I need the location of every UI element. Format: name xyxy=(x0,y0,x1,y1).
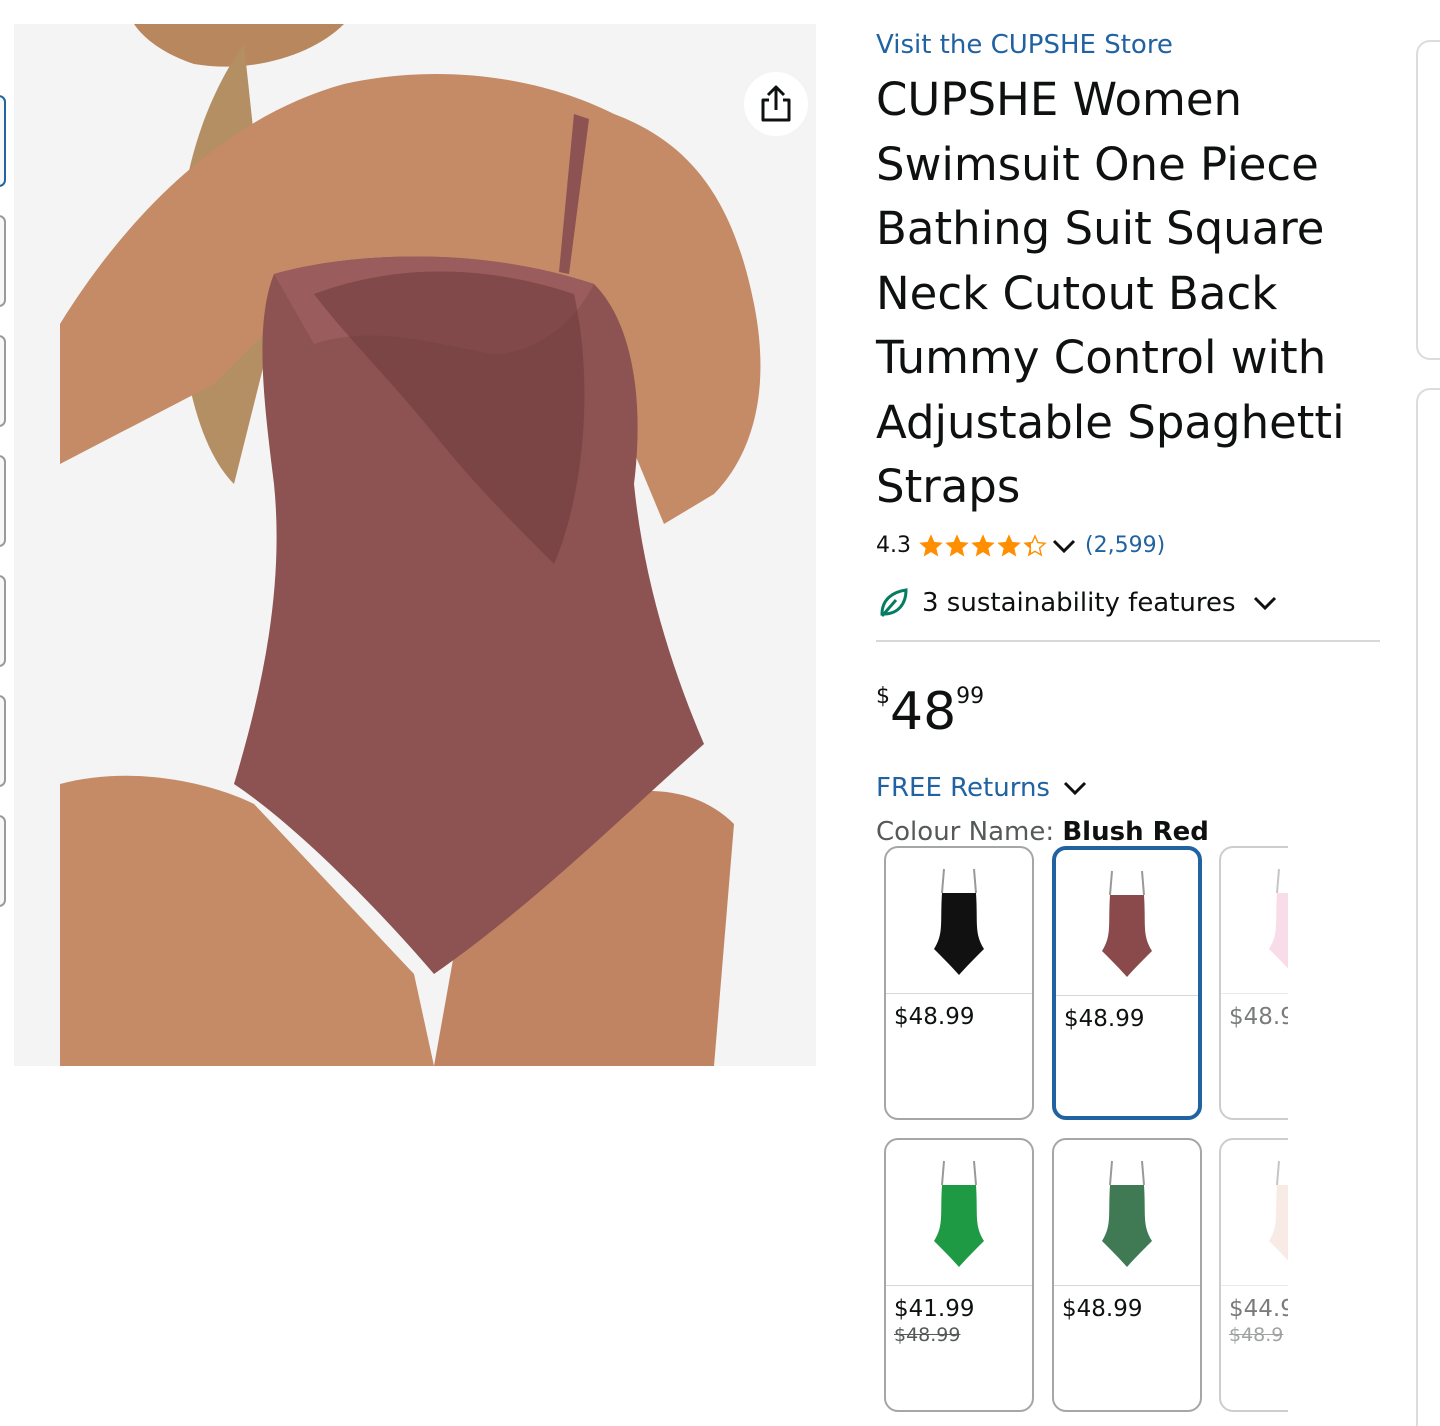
price-whole: 48 xyxy=(890,681,957,742)
swatch-price: $48.99 xyxy=(894,1004,975,1030)
thumbnail[interactable] xyxy=(0,455,6,547)
thumbnail[interactable] xyxy=(0,95,6,187)
colour-value: Blush Red xyxy=(1062,816,1209,847)
colour-swatch[interactable]: $44.9 $48.9 xyxy=(1219,1138,1288,1412)
product-details: Visit the CUPSHE Store CUPSHE Women Swim… xyxy=(876,24,1386,852)
thumbnail[interactable] xyxy=(0,695,6,787)
swatch-old-price: $48.99 xyxy=(894,1324,961,1346)
colour-swatch[interactable]: $48.99 xyxy=(1052,1138,1202,1412)
price-symbol: $ xyxy=(876,683,890,709)
colour-swatch[interactable]: $48.9 xyxy=(1219,846,1288,1120)
swatch-image xyxy=(1221,848,1288,994)
share-icon xyxy=(761,85,791,122)
price-fraction: 99 xyxy=(956,683,985,709)
swatch-image xyxy=(1056,850,1198,996)
sustainability-label: 3 sustainability features xyxy=(922,587,1236,618)
rating-count-link[interactable]: (2,599) xyxy=(1085,533,1165,558)
colour-swatch[interactable]: $48.99 xyxy=(1052,846,1202,1120)
colour-label: Colour Name: xyxy=(876,816,1055,847)
rating-stars[interactable] xyxy=(919,533,1047,558)
swatch-image xyxy=(1221,1140,1288,1286)
rating-value: 4.3 xyxy=(876,533,911,558)
swatch-image xyxy=(1054,1140,1200,1286)
product-title: CUPSHE Women Swimsuit One Piece Bathing … xyxy=(876,73,1345,513)
main-product-image[interactable] xyxy=(14,24,816,1066)
star-icon xyxy=(1023,533,1047,556)
leaf-icon xyxy=(880,587,908,617)
colour-swatch-grid: $48.99 $48.99 $48.9 $41.99 $48.99 $48.99… xyxy=(884,846,1288,1426)
chevron-down-icon xyxy=(1253,596,1276,610)
swatch-price: $41.99 xyxy=(894,1296,975,1322)
free-returns-label: FREE Returns xyxy=(876,772,1050,803)
thumbnail[interactable] xyxy=(0,815,6,907)
star-icon xyxy=(997,533,1021,556)
thumbnail[interactable] xyxy=(0,215,6,307)
colour-swatch[interactable]: $41.99 $48.99 xyxy=(884,1138,1034,1412)
free-returns[interactable]: FREE Returns xyxy=(876,768,1386,808)
thumbnail[interactable] xyxy=(0,575,6,667)
swatch-price: $48.99 xyxy=(1064,1006,1145,1032)
swatch-price: $44.9 xyxy=(1229,1296,1288,1322)
star-icon xyxy=(971,533,995,556)
share-button[interactable] xyxy=(744,72,808,136)
swatch-image xyxy=(886,1140,1032,1286)
chevron-down-icon xyxy=(1063,781,1087,795)
swatch-old-price: $48.9 xyxy=(1229,1324,1284,1346)
star-icon xyxy=(919,533,943,556)
star-icon xyxy=(945,533,969,556)
product-photo xyxy=(14,24,816,1066)
side-panel-card xyxy=(1416,40,1440,360)
side-panel-card xyxy=(1416,388,1440,1426)
swatch-price: $48.99 xyxy=(1062,1296,1143,1322)
price: $ 48 99 xyxy=(876,678,1386,742)
chevron-down-icon[interactable] xyxy=(1051,536,1077,556)
divider xyxy=(876,639,1380,642)
colour-swatch[interactable]: $48.99 xyxy=(884,846,1034,1120)
store-link[interactable]: Visit the CUPSHE Store xyxy=(876,24,1386,66)
swatch-image xyxy=(886,848,1032,994)
thumbnail[interactable] xyxy=(0,335,6,427)
rating-row: 4.3 (2,599) xyxy=(876,526,1386,566)
swatch-price: $48.9 xyxy=(1229,1004,1288,1030)
sustainability-row[interactable]: 3 sustainability features xyxy=(876,580,1386,626)
